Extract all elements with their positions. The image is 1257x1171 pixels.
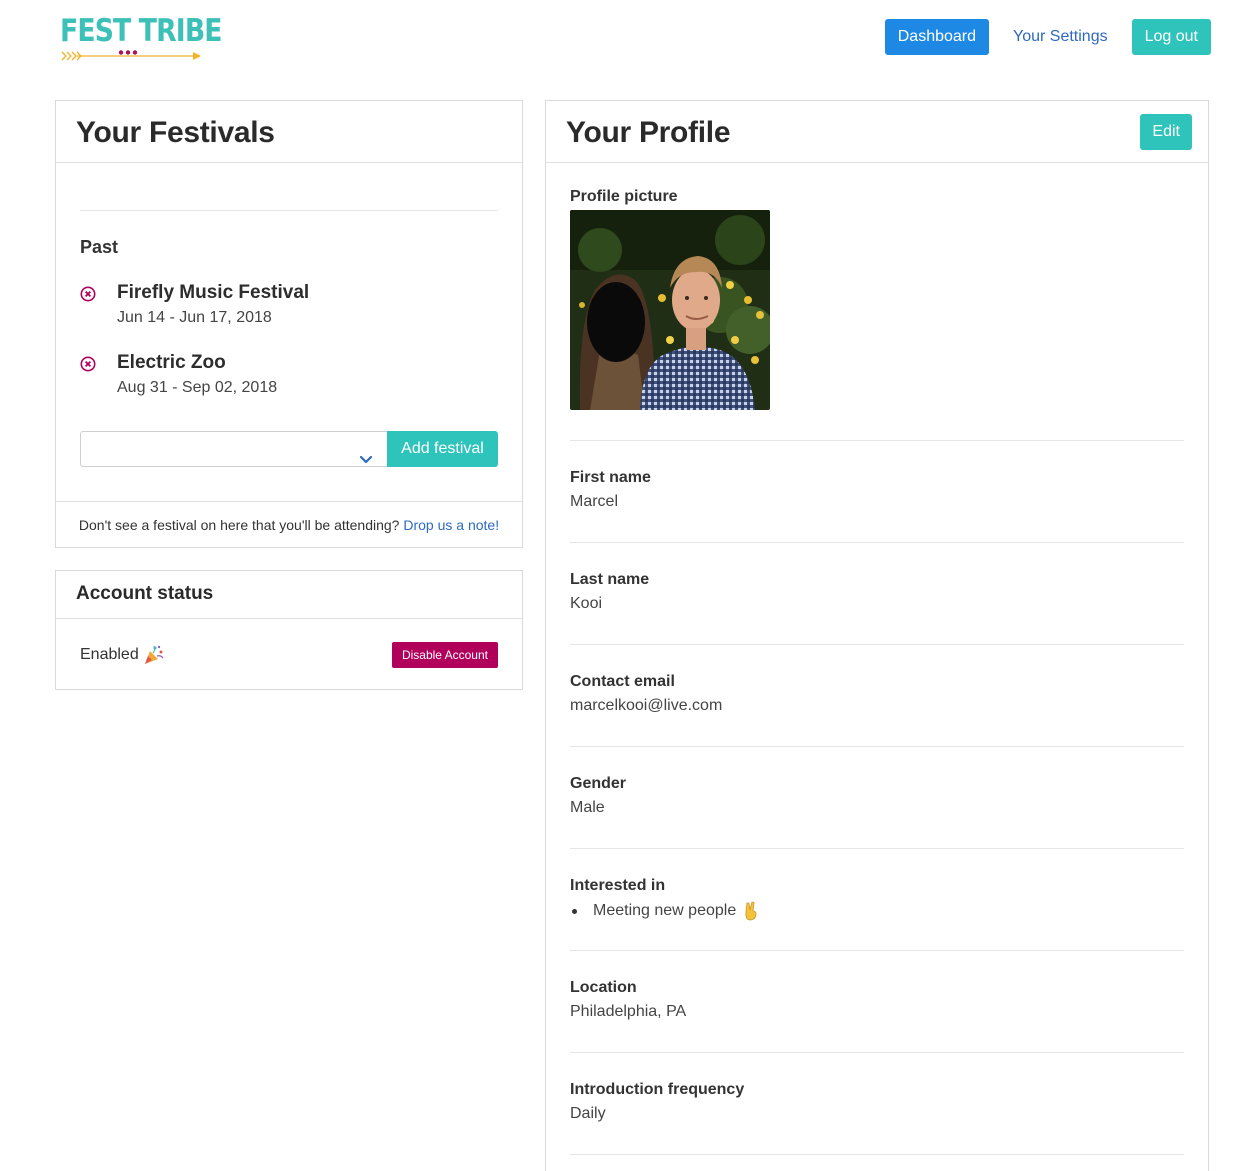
account-card-header: Account status: [56, 571, 522, 619]
field-label: Last name: [570, 571, 650, 588]
field-label: First name: [570, 469, 651, 486]
field-label: Contact email: [570, 673, 675, 690]
field-label: Interested in: [570, 877, 666, 894]
profile-field: Contact email marcelkooi@live.com: [570, 644, 1184, 746]
account-status-card: Account status Enabled Disable Account: [55, 570, 523, 690]
festival-item: Electric Zoo Aug 31 - Sep 02, 2018: [80, 352, 498, 398]
profile-picture: [570, 210, 770, 410]
interested-in-field: Interested in Meeting new people: [570, 848, 1184, 950]
victory-hand-icon: [745, 901, 757, 921]
add-festival-row: Add festival: [80, 431, 498, 467]
divider: [570, 1154, 1184, 1155]
account-status-title: Account status: [76, 583, 214, 604]
disable-account-button[interactable]: Disable Account: [391, 642, 498, 668]
festivals-title: Your Festivals: [76, 116, 275, 149]
festivals-footer: Don't see a festival on here that you'll…: [56, 501, 522, 547]
remove-circle-icon[interactable]: [80, 356, 96, 372]
logo-arrow-graphic: [61, 50, 201, 61]
profile-card: Your Profile Edit Profile picture First …: [545, 100, 1209, 1171]
profile-field: Location Philadelphia, PA: [570, 950, 1184, 1052]
festival-dates: Jun 14 - Jun 17, 2018: [117, 309, 272, 326]
settings-link[interactable]: Your Settings: [1013, 28, 1108, 46]
profile-field: Introduction frequency Daily: [570, 1052, 1184, 1154]
profile-field: Gender Male: [570, 746, 1184, 848]
divider: [80, 210, 498, 211]
past-festivals-heading: Past: [80, 237, 119, 257]
logout-button[interactable]: Log out: [1131, 19, 1211, 55]
festival-item: Firefly Music Festival Jun 14 - Jun 17, …: [80, 282, 498, 328]
profile-field: First name Marcel: [570, 440, 1184, 542]
party-popper-icon: [144, 645, 164, 664]
festival-dates: Aug 31 - Sep 02, 2018: [117, 379, 278, 396]
field-value: marcelkooi@live.com: [570, 697, 723, 714]
field-value: Male: [570, 799, 605, 816]
festival-name: Electric Zoo: [117, 352, 226, 373]
festival-select[interactable]: [80, 431, 387, 467]
profile-title: Your Profile: [566, 116, 731, 149]
field-value: Marcel: [570, 493, 619, 510]
profile-field: Last name Kooi: [570, 542, 1184, 644]
festivals-card-header: Your Festivals: [56, 101, 522, 163]
top-nav: Dashboard Your Settings Log out: [884, 19, 1211, 55]
profile-photo-image: [570, 210, 770, 410]
profile-card-header: Your Profile Edit: [546, 101, 1208, 163]
field-label: Location: [570, 979, 637, 996]
account-status-value: Enabled: [80, 646, 139, 663]
bullet: [572, 908, 577, 914]
drop-us-a-note-link[interactable]: Drop us a note!: [403, 517, 499, 533]
field-label: Gender: [570, 775, 627, 792]
chevron-down-icon[interactable]: [359, 455, 373, 465]
list-item: Meeting new people: [570, 901, 1184, 921]
field-label: Introduction frequency: [570, 1081, 745, 1098]
field-value: Daily: [570, 1105, 606, 1122]
profile-picture-label: Profile picture: [570, 188, 678, 205]
remove-circle-icon[interactable]: [80, 286, 96, 302]
interest-value: Meeting new people: [593, 902, 737, 919]
festival-name: Firefly Music Festival: [117, 282, 310, 303]
festivals-card: Your Festivals Past Firefly Music Festiv…: [55, 100, 523, 548]
add-festival-button[interactable]: Add festival: [387, 431, 498, 467]
account-status: Enabled: [80, 645, 165, 665]
field-value: Kooi: [570, 595, 603, 612]
footer-text: Don't see a festival on here that you'll…: [78, 517, 400, 533]
dashboard-button[interactable]: Dashboard: [884, 19, 990, 55]
field-value: Philadelphia, PA: [570, 1003, 687, 1020]
edit-profile-button[interactable]: Edit: [1140, 114, 1192, 150]
fest-tribe-logo[interactable]: FEST TRIBE: [60, 13, 223, 64]
logo-text: FEST TRIBE: [60, 13, 223, 49]
